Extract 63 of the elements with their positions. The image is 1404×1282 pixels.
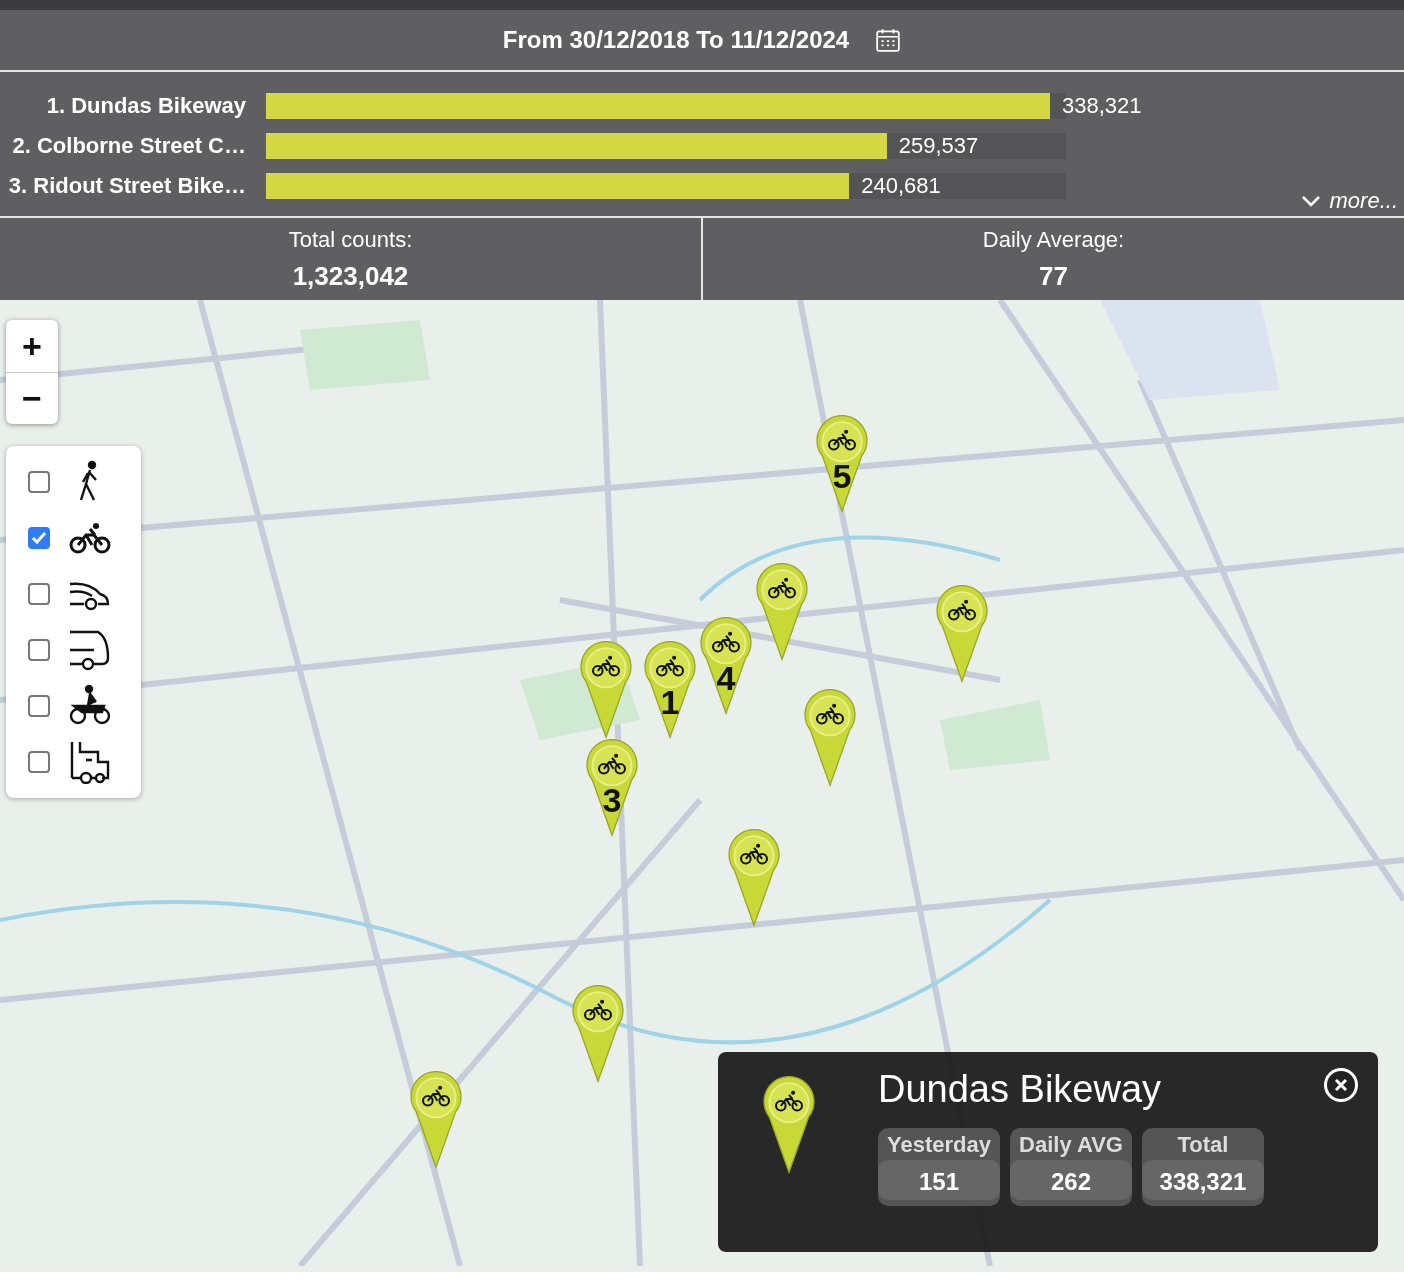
map-pin[interactable] bbox=[803, 689, 857, 787]
map-pin[interactable] bbox=[699, 617, 753, 715]
count-value: 259,537 bbox=[898, 133, 979, 159]
truck-icon bbox=[68, 740, 112, 784]
stat-label: Yesterday bbox=[887, 1132, 991, 1158]
map-pin[interactable] bbox=[585, 739, 639, 837]
stat-value: 262 bbox=[1010, 1160, 1132, 1200]
stat-label: Daily AVG bbox=[1019, 1132, 1123, 1158]
layer-checkbox[interactable] bbox=[28, 583, 50, 605]
van-icon bbox=[68, 628, 112, 672]
count-value: 240,681 bbox=[861, 173, 941, 199]
counter-pin-icon[interactable] bbox=[762, 1076, 816, 1174]
bicycle-icon bbox=[815, 702, 845, 726]
more-link[interactable]: more... bbox=[1301, 188, 1398, 214]
zoom-in-button[interactable]: + bbox=[6, 320, 58, 372]
stat-value: 151 bbox=[878, 1160, 1000, 1200]
stat-value: 338,321 bbox=[1142, 1160, 1264, 1200]
bicycle-icon bbox=[68, 521, 112, 555]
bicycle-icon bbox=[421, 1084, 451, 1108]
bicycle-icon bbox=[583, 998, 613, 1022]
bicycle-icon bbox=[597, 752, 627, 776]
counter-name: 3. Ridout Street Bike… bbox=[7, 173, 247, 199]
layer-checkbox[interactable] bbox=[28, 639, 50, 661]
count-value: 338,321 bbox=[1062, 93, 1142, 119]
chevron-icon bbox=[1301, 195, 1320, 207]
layer-checkbox[interactable] bbox=[28, 471, 50, 493]
counter-name: 2. Colborne Street C… bbox=[11, 133, 247, 159]
map-pin[interactable] bbox=[409, 1071, 463, 1169]
bicycle-icon bbox=[774, 1089, 804, 1113]
bicycle-icon bbox=[655, 654, 685, 678]
pin-number: 1 bbox=[659, 683, 681, 722]
counter-name: 1. Dundas Bikeway bbox=[45, 93, 247, 119]
layer-checkbox[interactable] bbox=[28, 695, 50, 717]
pin-number: 4 bbox=[715, 659, 737, 698]
close-button[interactable] bbox=[1324, 1068, 1358, 1102]
stat-label: Total bbox=[1177, 1132, 1229, 1158]
layer-checkbox[interactable] bbox=[28, 751, 50, 773]
bicycle-icon bbox=[711, 630, 741, 654]
pin-number: 3 bbox=[601, 781, 623, 820]
map-pin[interactable] bbox=[571, 985, 625, 1083]
stat-label: Daily Average: bbox=[982, 226, 1125, 253]
stat-label: Total counts: bbox=[288, 226, 413, 253]
map-pin[interactable] bbox=[815, 415, 869, 513]
map-pin[interactable] bbox=[579, 641, 633, 739]
bicycle-icon bbox=[947, 598, 977, 622]
popup-title: Dundas Bikeway bbox=[878, 1068, 1162, 1111]
date-range: From 30/12/2018 To 11/12/2024 bbox=[502, 26, 850, 54]
map-pin[interactable] bbox=[935, 585, 989, 683]
bicycle-icon bbox=[767, 576, 797, 600]
bicycle-icon bbox=[591, 654, 621, 678]
map-pin[interactable] bbox=[727, 829, 781, 927]
close-icon bbox=[1334, 1078, 1348, 1092]
bicycle-icon bbox=[827, 428, 857, 452]
bicycle-icon bbox=[739, 842, 769, 866]
stat-value: 1,323,042 bbox=[292, 260, 409, 292]
map-pin[interactable] bbox=[755, 563, 809, 661]
zoom-out-button[interactable]: − bbox=[6, 372, 58, 424]
calendar-icon[interactable] bbox=[875, 27, 902, 53]
map-pin[interactable] bbox=[643, 641, 697, 739]
stat-value: 77 bbox=[1039, 260, 1068, 292]
pin-number: 5 bbox=[831, 457, 853, 496]
layer-checkbox[interactable] bbox=[28, 527, 50, 549]
map-drawing[interactable] bbox=[0, 300, 1404, 1266]
